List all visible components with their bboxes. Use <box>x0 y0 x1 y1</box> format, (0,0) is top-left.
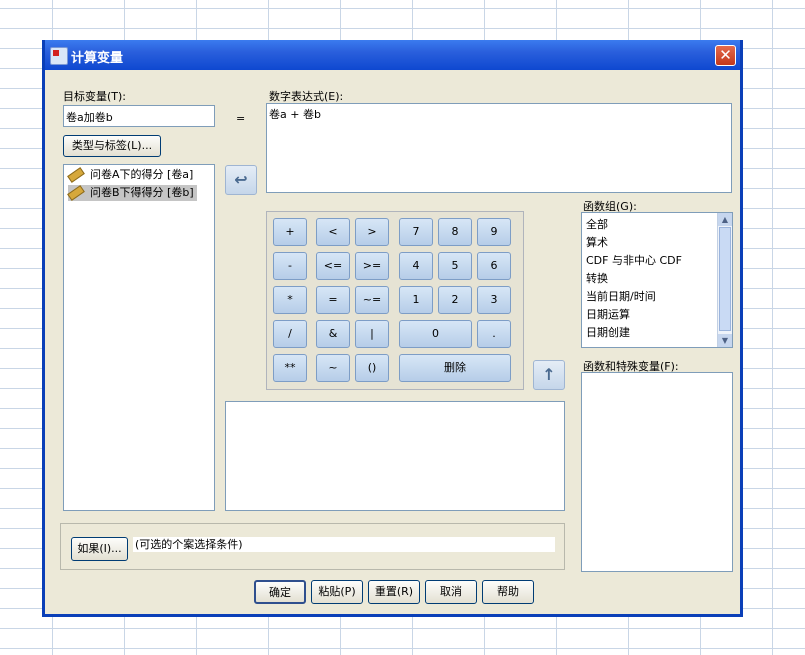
key-7[interactable]: 7 <box>399 218 433 246</box>
arrow-left-icon: ↩ <box>234 170 248 189</box>
key-6[interactable]: 6 <box>477 252 511 280</box>
scroll-down-icon[interactable]: ▼ <box>718 334 732 347</box>
type-and-label-button[interactable]: 类型与标签(L)... <box>63 135 161 157</box>
key-greater-than[interactable]: > <box>355 218 389 246</box>
key-less-equal[interactable]: <= <box>316 252 350 280</box>
key-4[interactable]: 4 <box>399 252 433 280</box>
reset-button[interactable]: 重置(R) <box>368 580 420 604</box>
key-decimal[interactable]: . <box>477 320 511 348</box>
key-3[interactable]: 3 <box>477 286 511 314</box>
key-5[interactable]: 5 <box>438 252 472 280</box>
equals-sign: = <box>236 112 246 125</box>
compute-variable-dialog: 计算变量 ✕ 目标变量(T): 卷a加卷b = 类型与标签(L)... 问卷A下… <box>42 40 743 617</box>
ok-button[interactable]: 确定 <box>254 580 306 604</box>
expression-label: 数字表达式(E): <box>269 90 344 103</box>
move-to-expression-button[interactable]: ↩ <box>225 165 257 195</box>
key-parentheses[interactable]: () <box>355 354 389 382</box>
close-button[interactable]: ✕ <box>715 45 736 66</box>
function-group-list[interactable]: 全部 算术 CDF 与非中心 CDF 转换 当前日期/时间 日期运算 日期创建 … <box>581 212 733 348</box>
key-divide[interactable]: / <box>273 320 307 348</box>
key-power[interactable]: ** <box>273 354 307 382</box>
key-2[interactable]: 2 <box>438 286 472 314</box>
key-9[interactable]: 9 <box>477 218 511 246</box>
key-8[interactable]: 8 <box>438 218 472 246</box>
scrollbar[interactable]: ▲ ▼ <box>717 213 732 347</box>
key-delete[interactable]: 删除 <box>399 354 511 382</box>
if-condition-text: (可选的个案选择条件) <box>133 537 555 552</box>
window-title: 计算变量 <box>71 51 124 66</box>
key-greater-equal[interactable]: >= <box>355 252 389 280</box>
variable-label: 问卷A下的得分 [卷a] <box>90 168 194 181</box>
list-item[interactable]: 全部 <box>586 216 608 232</box>
arrow-up-icon: ↑ <box>542 365 556 384</box>
list-item[interactable]: 日期创建 <box>586 324 630 340</box>
key-equals[interactable]: = <box>316 286 350 314</box>
scale-variable-icon <box>67 167 85 183</box>
target-variable-label: 目标变量(T): <box>63 90 127 103</box>
function-description-box <box>225 401 565 511</box>
list-item[interactable]: 日期运算 <box>586 306 630 322</box>
help-button[interactable]: 帮助 <box>482 580 534 604</box>
scroll-thumb[interactable] <box>719 227 731 331</box>
key-1[interactable]: 1 <box>399 286 433 314</box>
functions-list[interactable] <box>581 372 733 572</box>
key-not[interactable]: ~ <box>316 354 350 382</box>
list-item[interactable]: CDF 与非中心 CDF <box>586 252 682 268</box>
key-or[interactable]: | <box>355 320 389 348</box>
list-item[interactable]: 转换 <box>586 270 608 286</box>
list-item[interactable]: 问卷A下的得分 [卷a] <box>67 167 194 183</box>
scale-variable-icon <box>67 185 85 201</box>
key-less-than[interactable]: < <box>316 218 350 246</box>
key-not-equal[interactable]: ~= <box>355 286 389 314</box>
app-icon <box>50 47 68 65</box>
if-button[interactable]: 如果(I)... <box>71 537 128 561</box>
variable-list[interactable]: 问卷A下的得分 [卷a] 问卷B下得得分 [卷b] <box>63 164 215 511</box>
cancel-button[interactable]: 取消 <box>425 580 477 604</box>
key-and[interactable]: & <box>316 320 350 348</box>
list-item[interactable]: 问卷B下得得分 [卷b] <box>67 185 197 201</box>
calculator-keypad: + < > 7 8 9 - <= >= 4 5 6 * = ~= 1 2 3 /… <box>266 211 524 390</box>
key-plus[interactable]: + <box>273 218 307 246</box>
list-item[interactable]: 算术 <box>586 234 608 250</box>
list-item[interactable]: 当前日期/时间 <box>586 288 656 304</box>
if-condition-group: 如果(I)... (可选的个案选择条件) <box>60 523 565 570</box>
expression-textarea[interactable]: 卷a + 卷b <box>266 103 732 193</box>
key-minus[interactable]: - <box>273 252 307 280</box>
scroll-up-icon[interactable]: ▲ <box>718 213 732 226</box>
move-function-up-button[interactable]: ↑ <box>533 360 565 390</box>
title-bar[interactable]: 计算变量 ✕ <box>45 40 740 70</box>
paste-button[interactable]: 粘贴(P) <box>311 580 363 604</box>
variable-label: 问卷B下得得分 [卷b] <box>90 186 194 199</box>
key-0[interactable]: 0 <box>399 320 472 348</box>
target-variable-input[interactable]: 卷a加卷b <box>63 105 215 127</box>
key-multiply[interactable]: * <box>273 286 307 314</box>
